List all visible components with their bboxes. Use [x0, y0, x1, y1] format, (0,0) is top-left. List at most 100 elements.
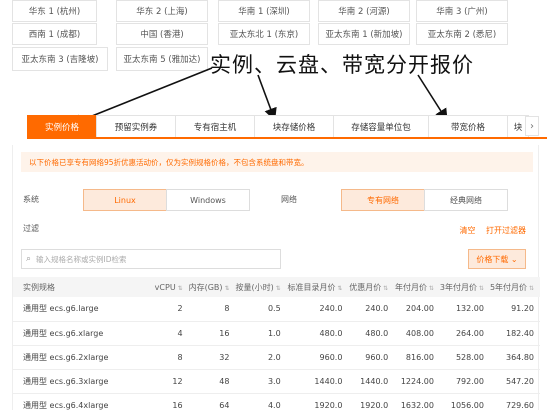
- region-button[interactable]: 华东 2 (上海): [116, 0, 208, 22]
- sort-icon: ⇅: [273, 284, 281, 292]
- tab-next-button[interactable]: ›: [525, 116, 539, 136]
- region-button[interactable]: 华南 1 (深圳): [218, 0, 310, 22]
- cell-3yr-monthly: 528.00: [439, 345, 490, 370]
- col-memory[interactable]: 内存(GB) ⇅: [188, 277, 236, 297]
- cell-5yr-monthly: 547.20: [489, 369, 540, 394]
- cell-annual-monthly: 204.00: [394, 297, 440, 322]
- sort-icon: ⇅: [335, 284, 343, 292]
- cell-vcpu: 12: [143, 369, 189, 394]
- cell-hourly: 2.0: [235, 345, 287, 370]
- cell-discount-monthly: 1440.0: [348, 369, 395, 394]
- col-3yr-monthly-label: 3年付月价: [439, 282, 478, 292]
- cell-discount-monthly: 480.0: [348, 321, 395, 346]
- sort-icon: ⇅: [527, 284, 534, 292]
- table-row: 通用型 ecs.g6.3xlarge 12 48 3.0 1440.0 1440…: [13, 369, 540, 394]
- cell-5yr-monthly: 91.20: [489, 297, 540, 322]
- cell-3yr-monthly: 132.00: [439, 297, 490, 322]
- os-option-linux[interactable]: Linux: [83, 189, 167, 211]
- cell-memory: 64: [188, 393, 236, 410]
- cell-annual-monthly: 1224.00: [394, 369, 440, 394]
- region-button[interactable]: 亚太东南 3 (吉隆坡): [12, 47, 108, 71]
- col-5yr-monthly-label: 5年付月价: [489, 282, 528, 292]
- pricing-panel: 以下价格已享专有网络95折优惠活动价，仅为实例规格价格，不包含系统盘和带宽。 系…: [12, 145, 540, 410]
- region-button[interactable]: 华南 3 (广州): [416, 0, 508, 22]
- cell-discount-monthly: 1920.0: [348, 393, 395, 410]
- col-list-monthly[interactable]: 标准目录月价 ⇅: [286, 277, 349, 297]
- search-input[interactable]: ⌕ 输入规格名称或实例ID检索: [21, 249, 281, 269]
- cell-hourly: 4.0: [235, 393, 287, 410]
- tab-reserved-instance[interactable]: 预留实例券: [96, 115, 176, 137]
- cell-vcpu: 8: [143, 345, 189, 370]
- cell-5yr-monthly: 364.80: [489, 345, 540, 370]
- tab-block-storage[interactable]: 块存储价格: [254, 115, 334, 137]
- cell-vcpu: 4: [143, 321, 189, 346]
- col-5yr-monthly[interactable]: 5年付月价 ⇅: [489, 277, 540, 297]
- cell-hourly: 0.5: [235, 297, 287, 322]
- col-discount-monthly-label: 优惠月价: [349, 282, 382, 292]
- cell-spec: 通用型 ecs.g6.3xlarge: [13, 369, 144, 394]
- tab-bandwidth[interactable]: 带宽价格: [428, 115, 508, 137]
- cell-memory: 32: [188, 345, 236, 370]
- sort-icon: ⇅: [426, 284, 434, 292]
- cell-list-monthly: 480.0: [286, 321, 349, 346]
- cell-list-monthly: 1920.0: [286, 393, 349, 410]
- os-option-windows[interactable]: Windows: [166, 189, 250, 211]
- table-header-row: 实例规格 vCPU ⇅ 内存(GB) ⇅ 按量(小时) ⇅ 标准目录月价 ⇅ 优…: [13, 277, 540, 297]
- cell-list-monthly: 960.0: [286, 345, 349, 370]
- col-vcpu-label: vCPU: [154, 282, 176, 292]
- price-table: 实例规格 vCPU ⇅ 内存(GB) ⇅ 按量(小时) ⇅ 标准目录月价 ⇅ 优…: [13, 277, 540, 410]
- region-button[interactable]: 中国 (香港): [116, 23, 208, 45]
- network-option-classic[interactable]: 经典网络: [424, 189, 508, 211]
- region-button[interactable]: 西南 1 (成都): [12, 23, 97, 45]
- price-download-button[interactable]: 价格下载 ⌄: [468, 249, 526, 269]
- search-icon: ⌕: [26, 254, 32, 264]
- col-hourly-label: 按量(小时): [235, 282, 274, 292]
- cell-memory: 8: [188, 297, 236, 322]
- tab-dedicated-host[interactable]: 专有宿主机: [175, 115, 255, 137]
- region-button[interactable]: 亚太东南 5 (雅加达): [116, 47, 208, 71]
- clear-link[interactable]: 清空: [459, 226, 475, 235]
- cell-3yr-monthly: 264.00: [439, 321, 490, 346]
- open-filter-link[interactable]: 打开过滤器: [486, 226, 526, 235]
- tab-storage-capacity[interactable]: 存储容量单位包: [333, 115, 429, 137]
- sort-icon: ⇅: [222, 284, 230, 292]
- cell-list-monthly: 240.0: [286, 297, 349, 322]
- col-list-monthly-label: 标准目录月价: [287, 282, 336, 292]
- cell-spec: 通用型 ecs.g6.xlarge: [13, 321, 144, 346]
- col-annual-monthly[interactable]: 年付月价 ⇅: [394, 277, 440, 297]
- cell-discount-monthly: 240.0: [348, 297, 395, 322]
- table-row: 通用型 ecs.g6.large 2 8 0.5 240.0 240.0 204…: [13, 297, 540, 322]
- col-3yr-monthly[interactable]: 3年付月价 ⇅: [439, 277, 490, 297]
- col-memory-label: 内存(GB): [188, 282, 223, 292]
- filter-label: 过滤: [23, 224, 39, 233]
- pricing-tabs: 实例价格 预留实例券 专有宿主机 块存储价格 存储容量单位包 带宽价格 块: [27, 115, 547, 139]
- table-row: 通用型 ecs.g6.xlarge 4 16 1.0 480.0 480.0 4…: [13, 321, 540, 346]
- cell-5yr-monthly: 182.40: [489, 321, 540, 346]
- filter-links: 清空 打开过滤器: [451, 225, 526, 236]
- cell-spec: 通用型 ecs.g6.4xlarge: [13, 393, 144, 410]
- cell-annual-monthly: 408.00: [394, 321, 440, 346]
- cell-vcpu: 2: [143, 297, 189, 322]
- cell-annual-monthly: 1632.00: [394, 393, 440, 410]
- cell-spec: 通用型 ecs.g6.large: [13, 297, 144, 322]
- col-vcpu[interactable]: vCPU ⇅: [143, 277, 189, 297]
- cell-hourly: 3.0: [235, 369, 287, 394]
- cell-spec: 通用型 ecs.g6.2xlarge: [13, 345, 144, 370]
- tab-instance-price[interactable]: 实例价格: [27, 115, 97, 137]
- region-button[interactable]: 亚太东南 2 (悉尼): [416, 23, 508, 45]
- cell-vcpu: 16: [143, 393, 189, 410]
- cell-annual-monthly: 816.00: [394, 345, 440, 370]
- sort-icon: ⇅: [381, 284, 389, 292]
- col-spec: 实例规格: [13, 277, 144, 297]
- search-placeholder: 输入规格名称或实例ID检索: [36, 254, 127, 264]
- region-button[interactable]: 亚太东南 1 (新加坡): [318, 23, 410, 45]
- cell-hourly: 1.0: [235, 321, 287, 346]
- os-label: 系统: [23, 195, 39, 204]
- region-button[interactable]: 华南 2 (河源): [318, 0, 410, 22]
- region-button[interactable]: 华东 1 (杭州): [12, 0, 97, 22]
- col-discount-monthly[interactable]: 优惠月价 ⇅: [348, 277, 395, 297]
- network-option-vpc[interactable]: 专有网络: [341, 189, 425, 211]
- sort-icon: ⇅: [477, 284, 484, 292]
- col-hourly[interactable]: 按量(小时) ⇅: [235, 277, 287, 297]
- region-button[interactable]: 亚太东北 1 (东京): [218, 23, 310, 45]
